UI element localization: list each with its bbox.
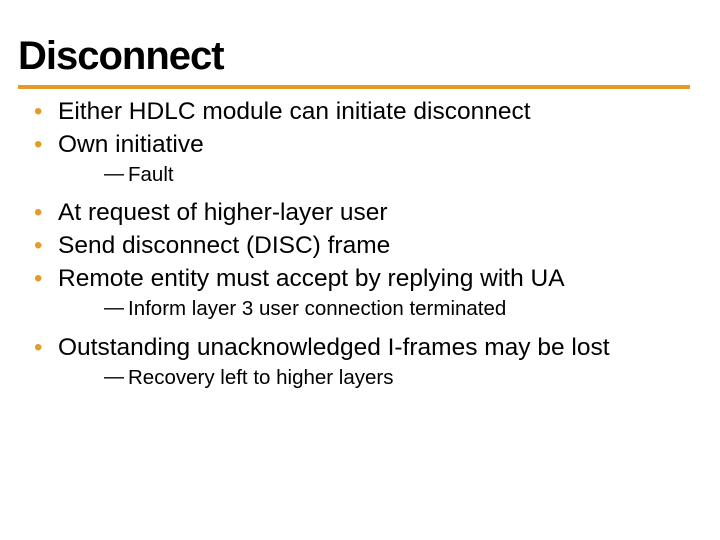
list-item: Either HDLC module can initiate disconne…: [18, 97, 690, 130]
sub-list-item: Inform layer 3 user connection terminate…: [58, 296, 690, 324]
list-item: At request of higher-layer user: [18, 198, 690, 231]
bullet-text: Own initiative: [58, 131, 204, 158]
slide: Disconnect Either HDLC module can initia…: [0, 0, 720, 401]
bullet-text: Outstanding unacknowledged I-frames may …: [58, 334, 610, 361]
bullet-list: Either HDLC module can initiate disconne…: [18, 97, 690, 401]
sub-list-item: Fault: [58, 162, 690, 190]
list-item: Outstanding unacknowledged I-frames may …: [18, 333, 690, 402]
sub-list: Inform layer 3 user connection terminate…: [58, 296, 690, 324]
bullet-text: Either HDLC module can initiate disconne…: [58, 98, 531, 125]
list-item: Own initiative Fault: [18, 130, 690, 199]
bullet-text: Send disconnect (DISC) frame: [58, 232, 390, 259]
page-title: Disconnect: [18, 34, 690, 89]
sub-text: Recovery left to higher layers: [128, 366, 393, 389]
sub-list: Fault: [58, 162, 690, 190]
bullet-text: Remote entity must accept by replying wi…: [58, 265, 565, 292]
sub-text: Fault: [128, 163, 174, 186]
sub-list: Recovery left to higher layers: [58, 365, 690, 393]
sub-text: Inform layer 3 user connection terminate…: [128, 297, 506, 320]
list-item: Send disconnect (DISC) frame: [18, 231, 690, 264]
sub-list-item: Recovery left to higher layers: [58, 365, 690, 393]
list-item: Remote entity must accept by replying wi…: [18, 264, 690, 333]
bullet-text: At request of higher-layer user: [58, 199, 388, 226]
